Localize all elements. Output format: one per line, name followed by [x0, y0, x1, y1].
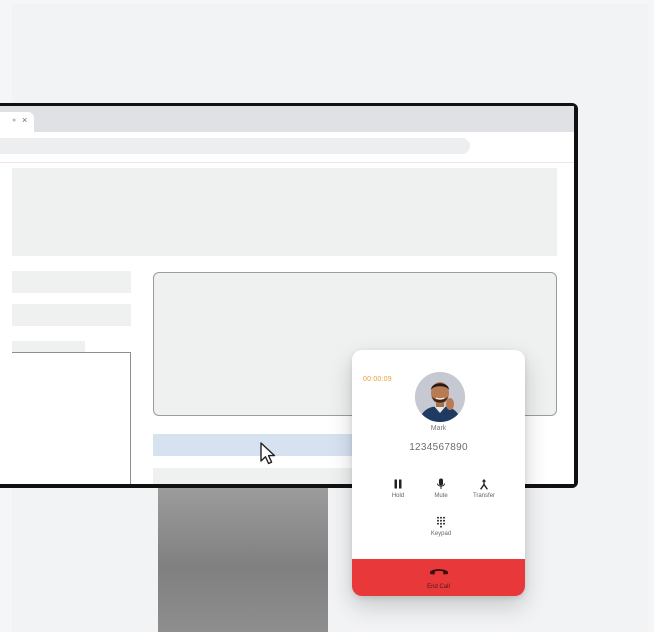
- caller-name: Mark: [430, 425, 447, 432]
- mouse-pointer-icon: [260, 442, 276, 465]
- end-call-button[interactable]: End Call: [352, 559, 525, 596]
- url-input[interactable]: [0, 138, 470, 154]
- microphone-icon: [437, 478, 445, 489]
- hero-placeholder: [12, 168, 557, 256]
- outlined-panel: [12, 352, 131, 484]
- hang-up-icon: [430, 569, 448, 575]
- address-bar: [0, 132, 574, 163]
- text-placeholder: [12, 304, 131, 326]
- pause-icon: [394, 479, 402, 489]
- end-call-label: End Call: [427, 584, 450, 590]
- tab-close-button[interactable]: ×: [22, 115, 27, 125]
- tab-bar: ● ×: [0, 106, 574, 132]
- call-widget: 00:00:09 Mark 1234567890 Hold Mute Trans…: [352, 350, 525, 596]
- highlighted-row[interactable]: [153, 434, 363, 456]
- mute-button[interactable]: Mute: [421, 478, 461, 499]
- avatar: [415, 372, 465, 422]
- hold-button[interactable]: Hold: [378, 478, 418, 499]
- browser-tab[interactable]: ● ×: [0, 112, 34, 132]
- transfer-icon: [480, 479, 488, 490]
- text-placeholder: [153, 468, 363, 484]
- monitor-stand: [158, 487, 328, 632]
- transfer-button[interactable]: Transfer: [464, 478, 504, 499]
- keypad-icon: [437, 516, 445, 528]
- hold-label: Hold: [391, 493, 405, 499]
- text-placeholder: [12, 271, 131, 293]
- call-timer: 00:00:09: [363, 376, 392, 383]
- keypad-button[interactable]: Keypad: [421, 516, 461, 537]
- keypad-label: Keypad: [430, 531, 452, 537]
- avatar-photo: [415, 372, 465, 422]
- mute-label: Mute: [434, 493, 448, 499]
- tab-favicon-icon: ●: [12, 117, 17, 124]
- transfer-label: Transfer: [472, 493, 496, 499]
- caller-number: 1234567890: [409, 442, 468, 453]
